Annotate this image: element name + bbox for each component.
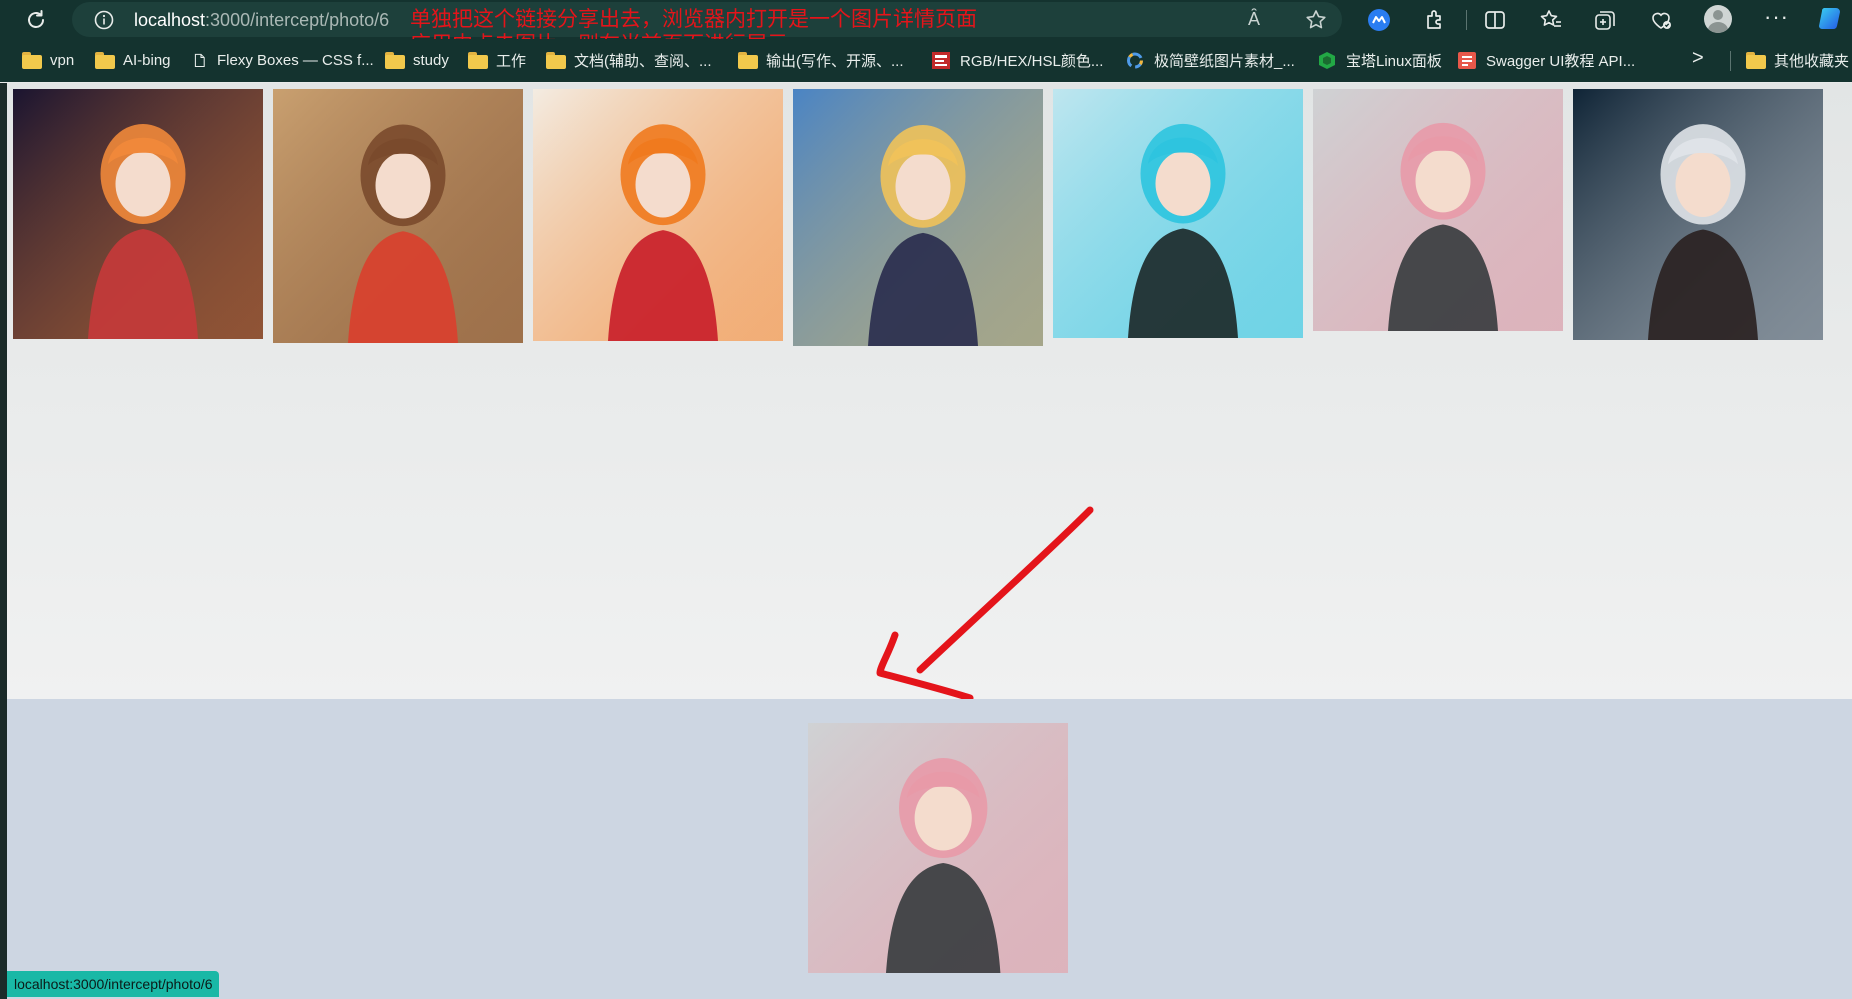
rgb-site-icon (932, 51, 950, 69)
photo-image (533, 89, 783, 341)
bookmark-output[interactable]: 输出(写作、开源、... (738, 49, 904, 71)
folder-icon (1746, 51, 1766, 69)
bookmark-baota[interactable]: 宝塔Linux面板 (1318, 49, 1442, 71)
bookmark-label: vpn (50, 51, 75, 69)
photo-thumbnail[interactable] (1573, 89, 1823, 340)
photo-image (1313, 89, 1563, 331)
extension-blue-icon[interactable] (1366, 7, 1392, 33)
status-bar-url: localhost:3000/intercept/photo/6 (7, 971, 220, 997)
favorites-icon[interactable] (1538, 7, 1564, 33)
read-aloud-icon[interactable]: Ȃ (1248, 9, 1260, 30)
extensions-puzzle-icon[interactable] (1422, 7, 1448, 33)
photo-modal[interactable] (7, 699, 1852, 999)
modal-photo[interactable] (808, 723, 1068, 973)
window-left-edge (0, 83, 7, 999)
browser-toolbar: localhost:3000/intercept/photo/6 Ȃ ··· (0, 0, 1852, 56)
bookmark-label: study (413, 51, 449, 69)
wallpaper-site-icon (1127, 52, 1143, 68)
bookmark-ai-bing[interactable]: AI-bing (95, 49, 171, 71)
bookmark-vpn[interactable]: vpn (22, 49, 74, 71)
bookmarks-divider (1730, 51, 1731, 71)
profile-avatar[interactable] (1704, 5, 1732, 33)
bookmark-label: 工作 (496, 52, 527, 70)
more-menu-icon[interactable]: ··· (1764, 4, 1789, 30)
bookmark-other-favorites[interactable]: 其他收藏夹 (1746, 49, 1849, 71)
bookmark-label: AI-bing (123, 51, 171, 69)
folder-icon (22, 51, 42, 69)
reload-icon[interactable] (24, 8, 48, 32)
photo-thumbnail[interactable] (533, 89, 783, 341)
site-info-icon[interactable] (94, 10, 114, 30)
bookmark-swagger[interactable]: Swagger UI教程 API... (1458, 49, 1635, 71)
photo-thumbnail[interactable] (1313, 89, 1563, 331)
photo-thumbnail[interactable] (13, 89, 263, 339)
bookmarks-bar: vpn AI-bing Flexy Boxes — CSS f... study… (0, 39, 1852, 82)
bookmarks-overflow-chevron-icon[interactable]: > (1692, 47, 1704, 70)
folder-icon (385, 51, 405, 69)
favorite-star-icon[interactable] (1304, 8, 1328, 32)
photo-thumbnail[interactable] (793, 89, 1043, 346)
bookmark-label: 文档(辅助、查阅、... (574, 52, 712, 70)
annotation-arrow (876, 506, 1094, 702)
folder-icon (738, 51, 758, 69)
bookmark-label: RGB/HEX/HSL颜色... (960, 52, 1104, 70)
photo-image (273, 89, 523, 343)
annotation-line-1: 单独把这个链接分享出去，浏览器内打开是一个图片详情页面 (410, 7, 977, 31)
page-icon (194, 53, 205, 67)
toolbar-divider (1466, 10, 1467, 30)
copilot-icon[interactable] (1816, 4, 1846, 34)
bookmark-work[interactable]: 工作 (468, 49, 526, 71)
photo-image (1053, 89, 1303, 338)
bookmark-docs[interactable]: 文档(辅助、查阅、... (546, 49, 712, 71)
bookmark-label: 宝塔Linux面板 (1346, 52, 1442, 70)
photo-image (793, 89, 1043, 346)
url-host: localhost (134, 10, 206, 30)
folder-icon (468, 51, 488, 69)
photo-image (808, 723, 1068, 973)
address-url[interactable]: localhost:3000/intercept/photo/6 (134, 10, 389, 31)
bookmark-label: 输出(写作、开源、... (766, 52, 904, 70)
swagger-icon (1458, 51, 1476, 69)
bookmark-label: 极简壁纸图片素材_... (1154, 52, 1295, 70)
bookmark-flexy-boxes[interactable]: Flexy Boxes — CSS f... (193, 49, 374, 71)
bookmark-label: Flexy Boxes — CSS f... (217, 51, 374, 69)
photo-thumbnail[interactable] (1053, 89, 1303, 338)
photo-image (13, 89, 263, 339)
baota-icon (1319, 51, 1335, 69)
folder-icon (546, 51, 566, 69)
folder-icon (95, 51, 115, 69)
photo-image (1573, 89, 1823, 340)
collections-icon[interactable] (1592, 7, 1618, 33)
bookmark-rgb-colors[interactable]: RGB/HEX/HSL颜色... (932, 49, 1103, 71)
split-screen-icon[interactable] (1482, 7, 1508, 33)
bookmark-label: 其他收藏夹 (1774, 52, 1850, 70)
photo-thumbnail[interactable] (273, 89, 523, 343)
bookmark-study[interactable]: study (385, 49, 449, 71)
bookmark-wallpaper[interactable]: 极简壁纸图片素材_... (1126, 49, 1295, 71)
bookmark-label: Swagger UI教程 API... (1486, 52, 1636, 70)
browser-essentials-icon[interactable] (1648, 7, 1674, 33)
url-path: :3000/intercept/photo/6 (205, 10, 390, 30)
